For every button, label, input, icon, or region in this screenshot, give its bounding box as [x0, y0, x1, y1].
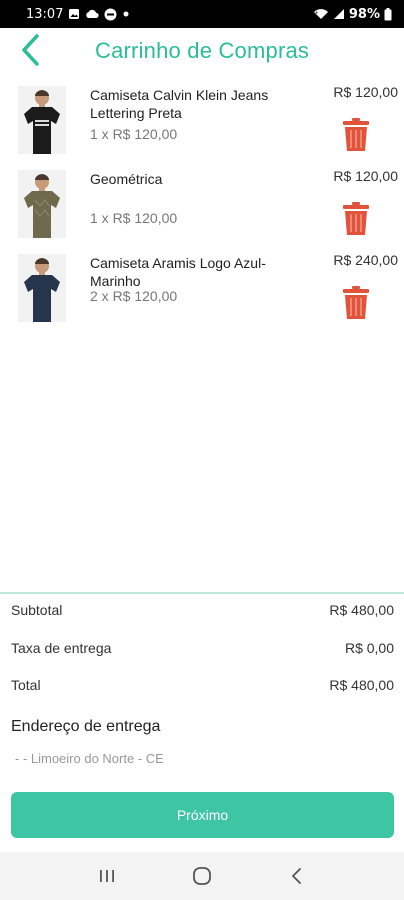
total-label: Total: [11, 677, 41, 693]
product-name: Camiseta Aramis Logo Azul-Marinho: [90, 255, 266, 289]
battery-icon: [384, 7, 392, 21]
product-quantity: 1 x R$ 120,00: [90, 210, 178, 226]
chevron-left-icon: [19, 33, 41, 72]
product-image: [18, 86, 66, 154]
dot-icon: [122, 10, 130, 18]
subtotal-value: R$ 480,00: [329, 602, 394, 618]
product-name: Camiseta Calvin Klein Jeans Lettering Pr…: [90, 87, 269, 121]
product-name: Geométrica: [90, 171, 163, 187]
back-button[interactable]: [0, 28, 60, 76]
trash-icon[interactable]: [342, 286, 370, 320]
delivery-value: R$ 0,00: [344, 640, 394, 656]
trash-icon[interactable]: [342, 118, 370, 152]
status-bar: 13:07 + 98%: [0, 0, 404, 28]
home-icon[interactable]: [182, 856, 222, 896]
total-value: R$ 480,00: [329, 677, 394, 693]
subtotal-label: Subtotal: [11, 602, 63, 618]
status-right: + 98%: [313, 7, 392, 22]
messenger-icon: [104, 8, 117, 21]
svg-text:+: +: [315, 10, 318, 15]
product-price: R$ 240,00: [333, 252, 398, 268]
back-icon[interactable]: [277, 856, 317, 896]
cloud-icon: [85, 9, 100, 19]
product-quantity: 2 x R$ 120,00: [90, 288, 178, 304]
recent-apps-icon[interactable]: [87, 856, 127, 896]
next-button[interactable]: Próximo: [11, 792, 394, 838]
product-image: [18, 254, 66, 322]
status-time: 13:07: [26, 6, 64, 22]
product-price: R$ 120,00: [333, 84, 398, 100]
trash-icon[interactable]: [342, 202, 370, 236]
delivery-label: Taxa de entrega: [11, 640, 112, 656]
cart-item[interactable]: Geométrica 1 x R$ 120,00 R$ 120,00: [0, 164, 404, 248]
product-image: [18, 170, 66, 238]
app-header: Carrinho de Compras: [0, 28, 404, 76]
order-summary: [0, 592, 404, 594]
cart-item[interactable]: Camiseta Calvin Klein Jeans Lettering Pr…: [0, 80, 404, 164]
address-title: Endereço de entrega: [11, 718, 161, 735]
product-quantity: 1 x R$ 120,00: [90, 126, 178, 142]
signal-icon: [333, 8, 345, 20]
cart-item[interactable]: Camiseta Aramis Logo Azul-Marinho 2 x R$…: [0, 248, 404, 332]
gallery-icon: [68, 8, 80, 20]
status-left: 13:07: [26, 7, 130, 22]
product-price: R$ 120,00: [333, 168, 398, 184]
wifi-icon: +: [313, 8, 329, 20]
page-title: Carrinho de Compras: [95, 38, 310, 63]
system-nav-bar: [0, 852, 404, 900]
cart-list: Camiseta Calvin Klein Jeans Lettering Pr…: [0, 80, 404, 332]
battery-percent: 98%: [348, 6, 380, 22]
address-value[interactable]: - - Limoeiro do Norte - CE: [15, 751, 164, 766]
